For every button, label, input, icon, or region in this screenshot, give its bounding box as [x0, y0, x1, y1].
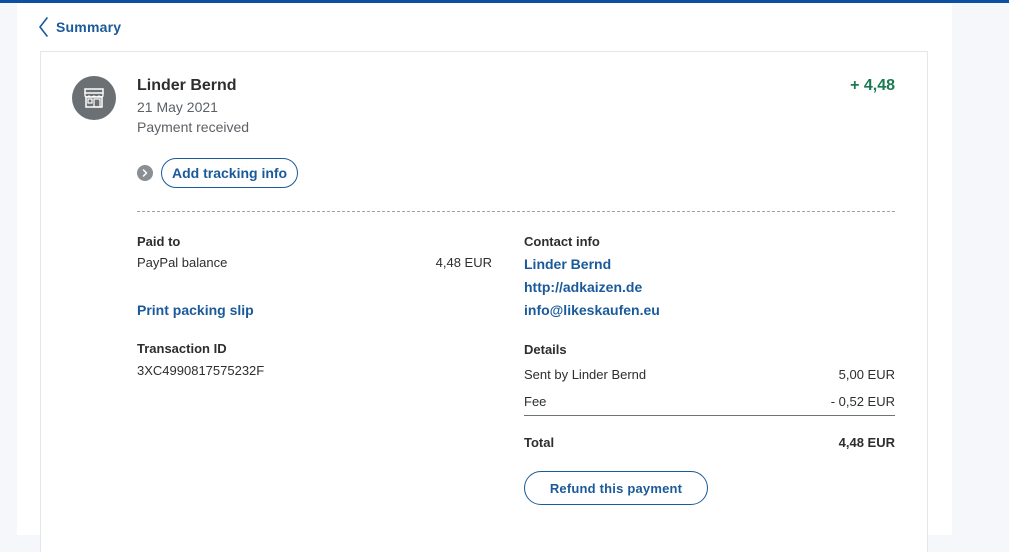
add-tracking-info-button[interactable]: Add tracking info — [161, 158, 299, 188]
transaction-id-heading: Transaction ID — [137, 341, 227, 356]
total-label: Total — [524, 435, 555, 450]
details-row-label: Fee — [524, 394, 547, 409]
chevron-right-icon[interactable] — [137, 165, 153, 181]
back-link-label: Summary — [56, 19, 122, 35]
total-value: 4,48 EUR — [838, 435, 895, 450]
paid-to-amount: 4,48 EUR — [435, 255, 492, 270]
transaction-date: 21 May 2021 — [137, 99, 218, 115]
print-packing-slip-link[interactable]: Print packing slip — [137, 302, 254, 318]
transaction-status: Payment received — [137, 119, 250, 135]
counterparty-name: Linder Bernd — [137, 77, 237, 94]
chevron-left-icon — [39, 17, 48, 37]
refund-payment-button[interactable]: Refund this payment — [524, 471, 708, 505]
details-heading: Details — [524, 342, 567, 357]
total-divider — [524, 415, 895, 416]
transaction-amount: + 4,48 — [850, 77, 895, 94]
details-row-label: Sent by Linder Bernd — [524, 367, 647, 382]
details-row-value: 5,00 EUR — [838, 367, 895, 382]
contact-name-link[interactable]: Linder Bernd — [524, 256, 611, 272]
details-row-value: - 0,52 EUR — [830, 394, 895, 409]
contact-email-link[interactable]: info@likeskaufen.eu — [524, 302, 660, 318]
section-divider — [137, 211, 895, 212]
storefront-icon — [72, 76, 116, 120]
page-content: Summary Linder Bernd 21 May 2021 Payment… — [17, 3, 952, 552]
transaction-card: Linder Bernd 21 May 2021 Payment receive… — [40, 51, 928, 552]
contact-info-heading: Contact info — [524, 234, 600, 249]
transaction-id-value: 3XC4990817575232F — [137, 363, 265, 378]
contact-website-link[interactable]: http://adkaizen.de — [524, 279, 642, 295]
paid-to-method: PayPal balance — [137, 255, 228, 270]
back-to-summary-link[interactable]: Summary — [39, 17, 121, 37]
paid-to-heading: Paid to — [137, 234, 181, 249]
